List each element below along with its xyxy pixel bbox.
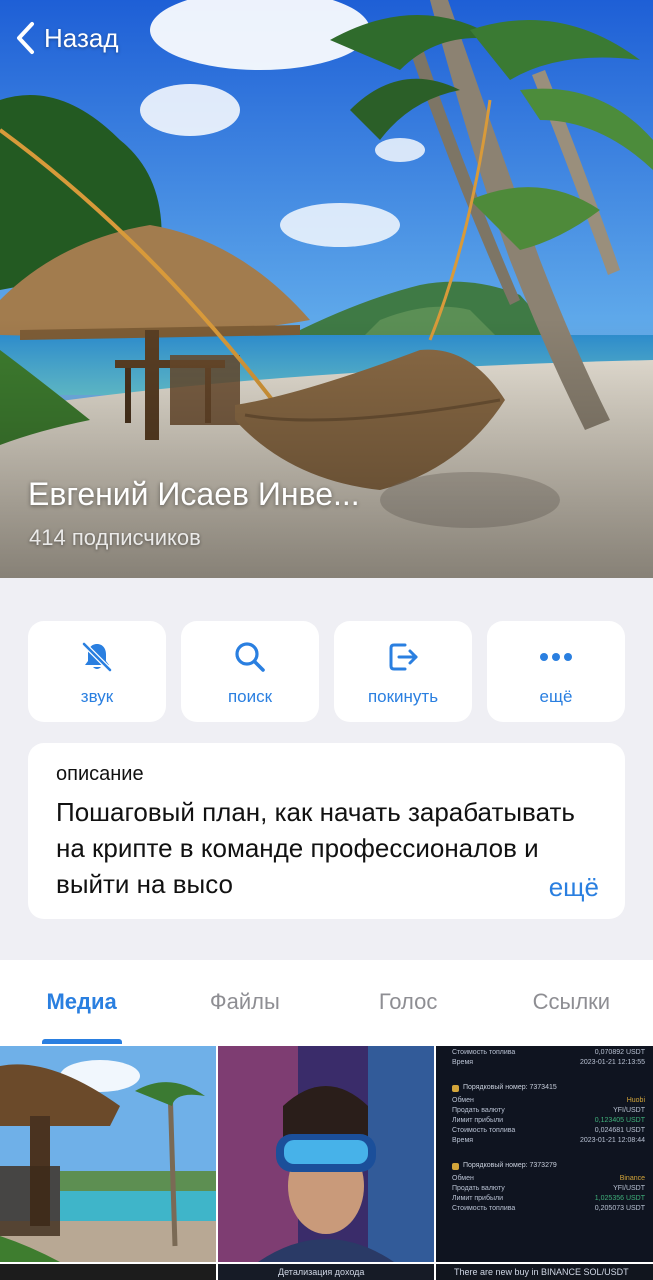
description-card: описание Пошаговый план, как начать зара… xyxy=(28,743,625,919)
search-icon xyxy=(230,637,270,677)
description-caption: описание xyxy=(56,763,144,785)
channel-name: Евгений Исаев Инве... xyxy=(28,476,360,512)
new-buy-text: There are new buy in BINANCE SOL/USDT xyxy=(454,1267,629,1277)
description-text: Пошаговый план, как начать зарабатывать … xyxy=(56,797,575,899)
mute-button[interactable]: звук xyxy=(28,621,166,722)
tab-voice[interactable]: Голос xyxy=(327,960,490,1044)
media-thumbnail-5[interactable]: Детализация дохода xyxy=(218,1264,434,1280)
media-grid: Стоимость топлива 0,070892 USDT Время 2023… xyxy=(0,1044,653,1280)
search-button[interactable]: поиск xyxy=(181,621,319,722)
bell-slash-icon xyxy=(77,637,117,677)
leave-icon xyxy=(383,637,423,677)
leave-label: покинуть xyxy=(367,686,439,706)
more-dots-icon xyxy=(536,637,576,677)
subscriber-count: 414 подписчиков xyxy=(29,525,201,550)
search-label: поиск xyxy=(227,686,273,706)
trade-log: Стоимость топлива 0,070892 USDT Время 2023… xyxy=(452,1049,645,1212)
media-thumbnail-6[interactable]: There are new buy in BINANCE SOL/USDT xyxy=(436,1264,653,1280)
action-bar: звук поиск покинуть ещё xyxy=(28,621,625,722)
more-button[interactable]: ещё xyxy=(487,621,625,722)
tab-media[interactable]: Медиа xyxy=(0,960,163,1044)
tab-links[interactable]: Ссылки xyxy=(490,960,653,1044)
chevron-left-icon xyxy=(17,22,34,54)
description-more-link[interactable]: ещё xyxy=(518,869,599,905)
tab-files[interactable]: Файлы xyxy=(163,960,326,1044)
back-button[interactable]: Назад xyxy=(12,18,119,58)
media-thumbnail-trades[interactable]: Стоимость топлива 0,070892 USDT Время 2023… xyxy=(436,1046,653,1262)
more-label: ещё xyxy=(539,686,573,706)
channel-header: Назад Евгений Исаев Инве... 414 подписчи… xyxy=(0,0,653,578)
mute-label: звук xyxy=(80,686,114,706)
media-thumbnail-resort[interactable] xyxy=(0,1046,216,1262)
back-label: Назад xyxy=(44,22,119,53)
shared-media-tabs: Медиа Файлы Голос Ссылки xyxy=(0,960,653,1044)
leave-button[interactable]: покинуть xyxy=(334,621,472,722)
media-thumbnail-4[interactable] xyxy=(0,1264,216,1280)
vr-image xyxy=(218,1046,434,1262)
media-thumbnail-vr[interactable] xyxy=(218,1046,434,1262)
income-details-text: Детализация дохода xyxy=(278,1267,365,1277)
resort-image xyxy=(0,1046,216,1262)
